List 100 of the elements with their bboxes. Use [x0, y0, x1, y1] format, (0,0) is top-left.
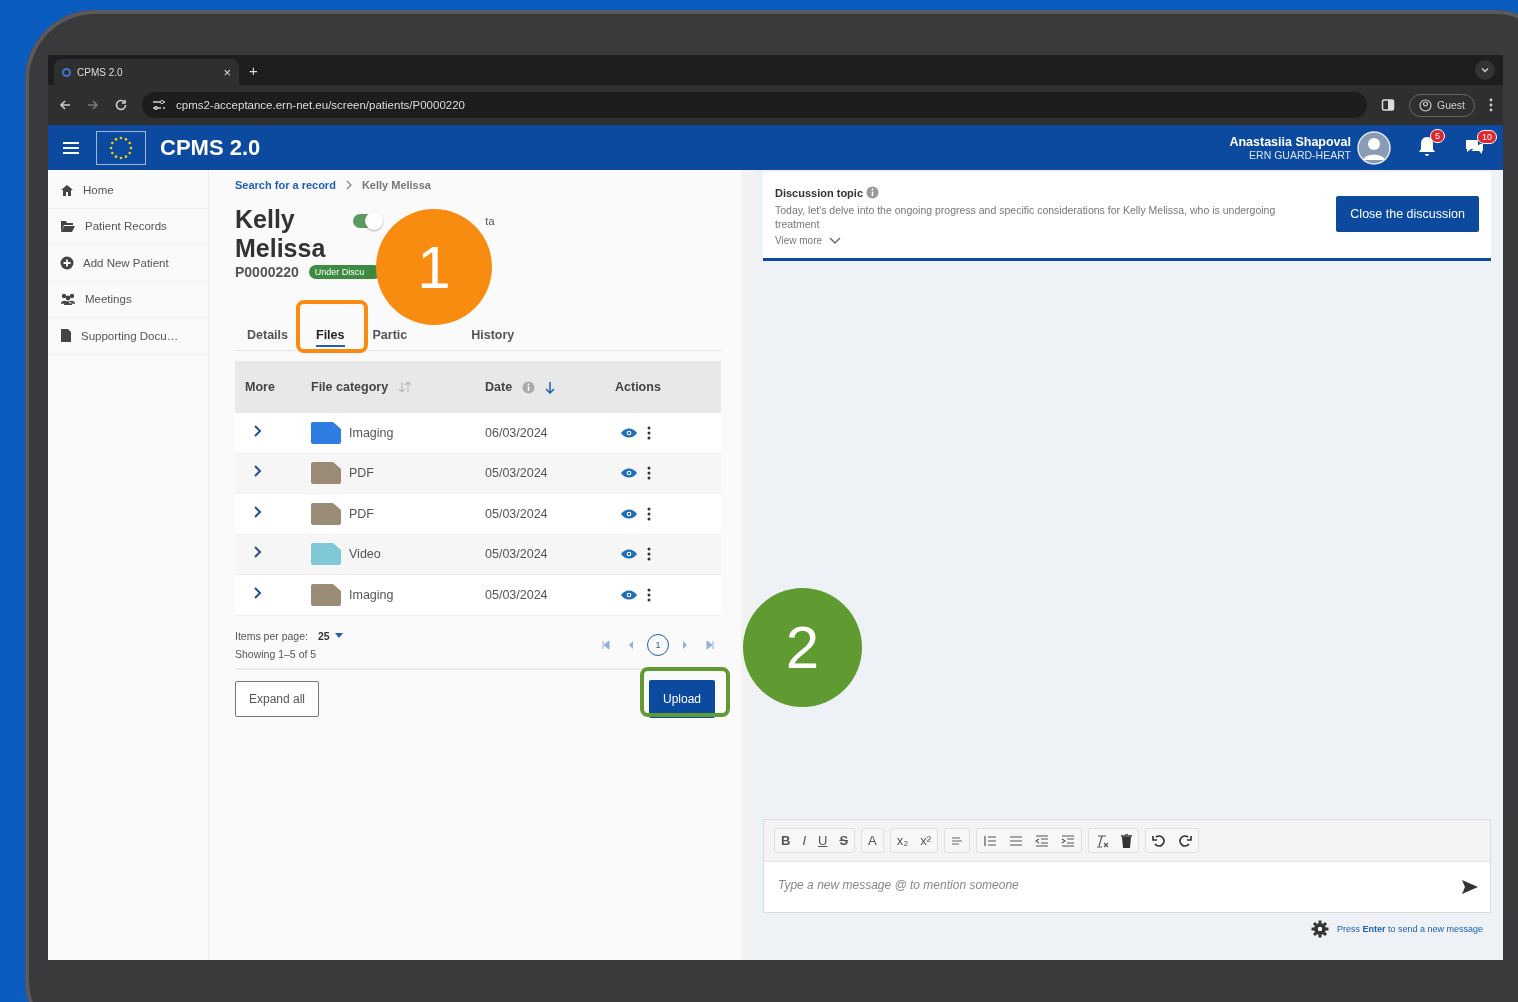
close-discussion-button[interactable]: Close the discussion	[1336, 196, 1479, 232]
eye-icon[interactable]	[621, 508, 637, 519]
tab[interactable]: History	[471, 328, 515, 350]
eye-icon[interactable]	[621, 468, 637, 479]
trash-icon[interactable]	[1121, 833, 1133, 848]
format-button[interactable]: I	[802, 833, 806, 848]
more-options-icon[interactable]	[647, 466, 651, 481]
address-bar[interactable]: cpms2-acceptance.ern-net.eu/screen/patients/P0000220	[142, 92, 1367, 118]
person-icon[interactable]	[1419, 98, 1432, 112]
chevron-down-icon[interactable]	[829, 236, 842, 245]
expand-all-button[interactable]: Expand all	[235, 680, 320, 717]
toggle-switch[interactable]	[353, 214, 382, 228]
menu-icon[interactable]	[62, 140, 80, 155]
highlight-frame	[296, 300, 368, 353]
format-button[interactable]: x₂	[896, 833, 909, 848]
tab-list-button[interactable]	[1475, 60, 1495, 80]
breadcrumb-item[interactable]: Search for a record	[235, 179, 336, 191]
arrow-down-icon[interactable]	[545, 380, 556, 394]
message-editor[interactable]: B I U S A x₂ x² Type a new message @ to mention someone	[763, 819, 1491, 913]
app-title: CPMS 2.0	[160, 134, 261, 161]
site-settings-icon[interactable]	[152, 99, 166, 111]
chevron-right-icon[interactable]	[253, 504, 262, 519]
table-cell-text: 05/03/2024	[485, 587, 549, 602]
document-icon[interactable]	[60, 328, 72, 344]
clear-format-icon[interactable]	[1095, 833, 1110, 848]
indent-icon[interactable]	[1061, 834, 1076, 847]
info-icon	[522, 380, 536, 394]
outdent-icon[interactable]	[1035, 834, 1050, 847]
table-cell: Video	[349, 547, 381, 562]
send-icon[interactable]	[1462, 880, 1478, 894]
table-cell: Imaging	[349, 425, 394, 440]
bell-icon[interactable]	[1417, 134, 1437, 157]
column-header[interactable]: Date	[485, 380, 513, 394]
table-cell-text: 06/03/2024	[485, 425, 549, 440]
home-icon[interactable]	[60, 182, 74, 197]
more-options-icon[interactable]	[647, 425, 651, 440]
user-organization: ERN GUARD-HEART	[1249, 148, 1351, 161]
table-cell-text: 05/03/2024	[485, 506, 549, 521]
info-icon	[866, 186, 880, 199]
patient-id: P0000220	[235, 264, 299, 280]
close-tab-button[interactable]: ×	[223, 64, 231, 80]
redo-icon[interactable]	[1178, 833, 1193, 848]
more-options-icon[interactable]	[647, 506, 651, 521]
format-button[interactable]: U	[818, 833, 828, 848]
reload-icon[interactable]	[114, 98, 128, 112]
patient-last-name: Melissa	[235, 234, 326, 263]
sidebar-item[interactable]: Home	[48, 172, 208, 209]
table-cell: PDF	[349, 506, 374, 521]
tab[interactable]: Details	[247, 328, 288, 350]
message-count: 10	[1477, 129, 1497, 144]
message-input[interactable]: Type a new message @ to mention someone	[778, 874, 1452, 900]
discussion-topic-text: Today, let's delve into the ongoing progress and specific considerations for Kelly Melissa, who is undergoing treatment	[775, 203, 1277, 231]
chevron-right-icon[interactable]	[253, 423, 262, 438]
table-cell-text: 05/03/2024	[485, 466, 549, 481]
chevron-down-icon[interactable]	[1480, 65, 1490, 75]
format-button[interactable]: x²	[920, 833, 932, 848]
side-panel-icon[interactable]	[1381, 98, 1395, 112]
more-options-icon[interactable]	[647, 547, 651, 562]
user-name: Anastasiia Shapoval	[1229, 134, 1351, 149]
column-header[interactable]: File category	[311, 380, 389, 394]
items-per-page-select[interactable]: 25	[317, 629, 343, 642]
toggle-label: ta	[485, 215, 495, 227]
column-header: Actions	[615, 380, 662, 394]
table-cell: Imaging	[349, 587, 394, 602]
tab[interactable]: Partic	[372, 328, 408, 350]
new-tab-button[interactable]: +	[249, 61, 258, 79]
format-button[interactable]: S	[839, 833, 849, 848]
stars-flag-icon	[96, 130, 146, 165]
eye-icon[interactable]	[621, 589, 637, 600]
format-button[interactable]: B	[781, 833, 791, 848]
chevron-right-icon[interactable]	[253, 585, 262, 600]
forward-icon[interactable]	[86, 98, 100, 112]
chevron-right-icon	[344, 180, 353, 190]
sidebar-item[interactable]: Patient Records	[48, 208, 208, 245]
breadcrumb-item: Kelly Melissa	[361, 179, 431, 191]
table-cell: PDF	[349, 466, 374, 481]
sidebar-item[interactable]: Add New Patient	[48, 245, 208, 282]
view-more-link[interactable]: View more	[775, 235, 1317, 246]
chevron-right-icon[interactable]	[253, 464, 262, 479]
browser-tab-title[interactable]: CPMS 2.0	[77, 66, 218, 78]
gear-icon[interactable]	[1310, 920, 1329, 938]
patient-first-name: Kelly	[235, 205, 296, 234]
tab[interactable]: Files	[316, 328, 345, 350]
numbered-list-icon[interactable]	[983, 834, 998, 847]
people-icon[interactable]	[60, 292, 76, 307]
eye-icon[interactable]	[621, 549, 637, 560]
back-icon[interactable]	[58, 98, 72, 112]
eye-icon[interactable]	[621, 427, 637, 438]
folder-icon[interactable]	[60, 219, 76, 234]
sidebar-item[interactable]: Supporting Docu…	[48, 318, 208, 355]
more-options-icon[interactable]	[647, 587, 651, 602]
caret-icon[interactable]	[334, 632, 343, 639]
menu-icon[interactable]	[1489, 98, 1493, 112]
plus-circle-icon[interactable]	[60, 255, 74, 270]
chevron-right-icon[interactable]	[253, 545, 262, 560]
avatar-icon[interactable]	[1357, 130, 1391, 165]
undo-icon[interactable]	[1152, 833, 1167, 848]
globe-icon	[62, 67, 71, 77]
column-header: More	[244, 380, 276, 394]
sidebar-item[interactable]: Meetings	[48, 281, 208, 318]
